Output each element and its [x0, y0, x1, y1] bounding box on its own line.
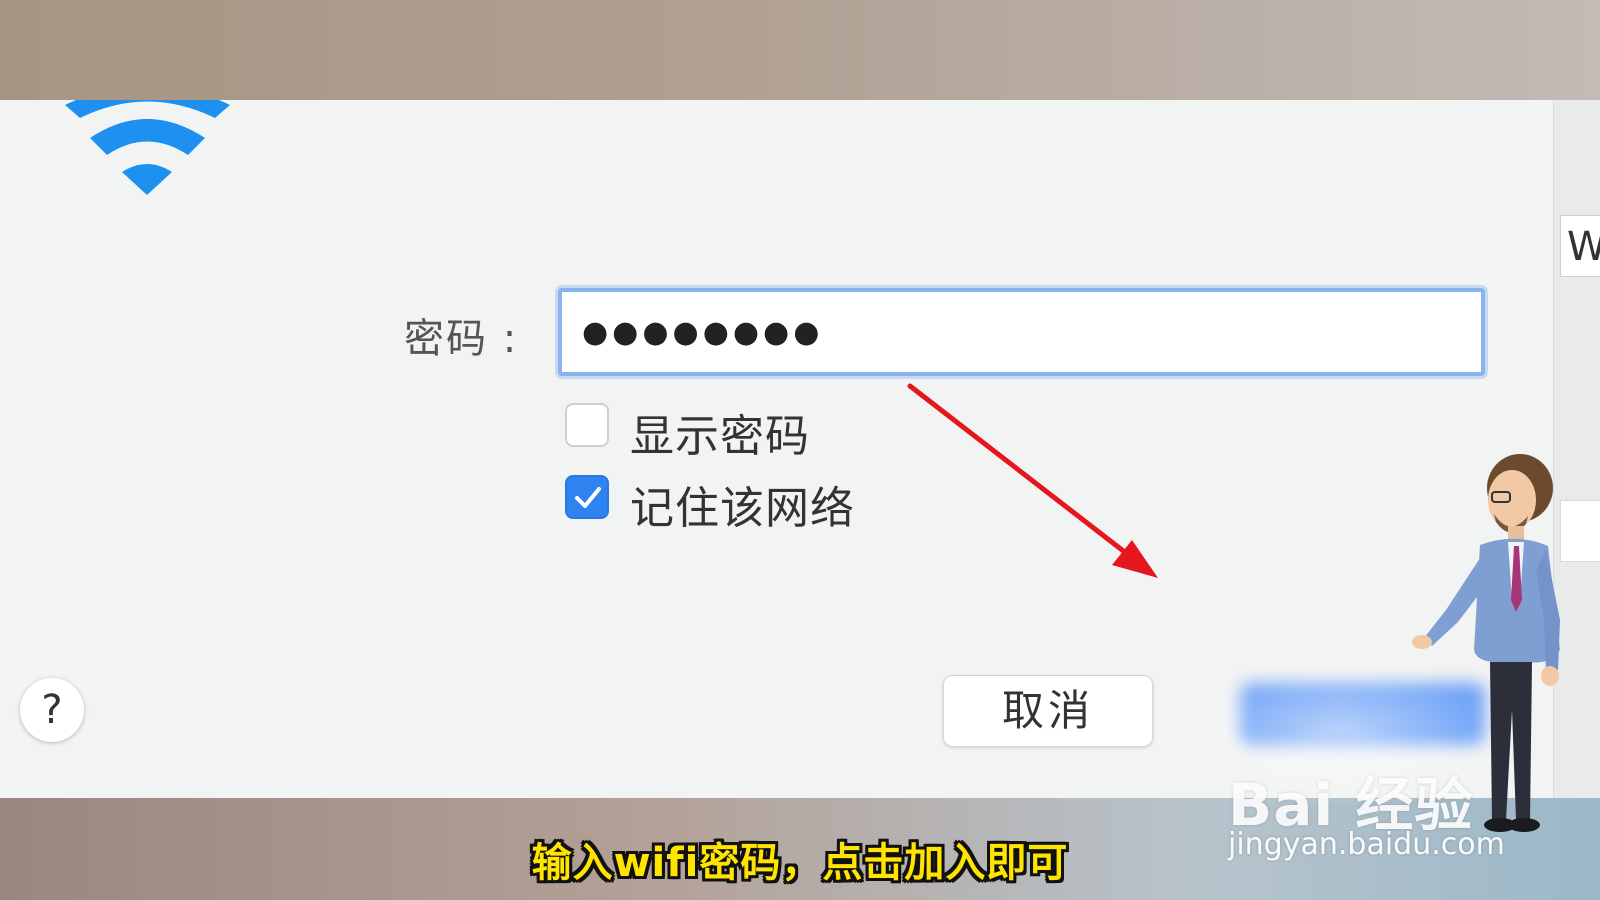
- show-password-label[interactable]: 显示密码: [630, 400, 810, 464]
- help-button[interactable]: ?: [20, 678, 84, 742]
- background-window-text: W: [1560, 215, 1600, 277]
- password-input[interactable]: [558, 288, 1485, 376]
- checkmark-icon: [575, 487, 601, 508]
- wifi-icon: [65, 100, 230, 195]
- show-password-checkbox[interactable]: [565, 403, 609, 447]
- video-caption: 输入wifi密码，点击加入即可: [531, 840, 1069, 886]
- cancel-button[interactable]: 取消: [943, 675, 1153, 747]
- password-label: 密码 :: [404, 316, 519, 362]
- remember-network-label[interactable]: 记住该网络: [630, 472, 855, 536]
- remember-network-checkbox[interactable]: [565, 475, 609, 519]
- video-top-background: [0, 0, 1600, 100]
